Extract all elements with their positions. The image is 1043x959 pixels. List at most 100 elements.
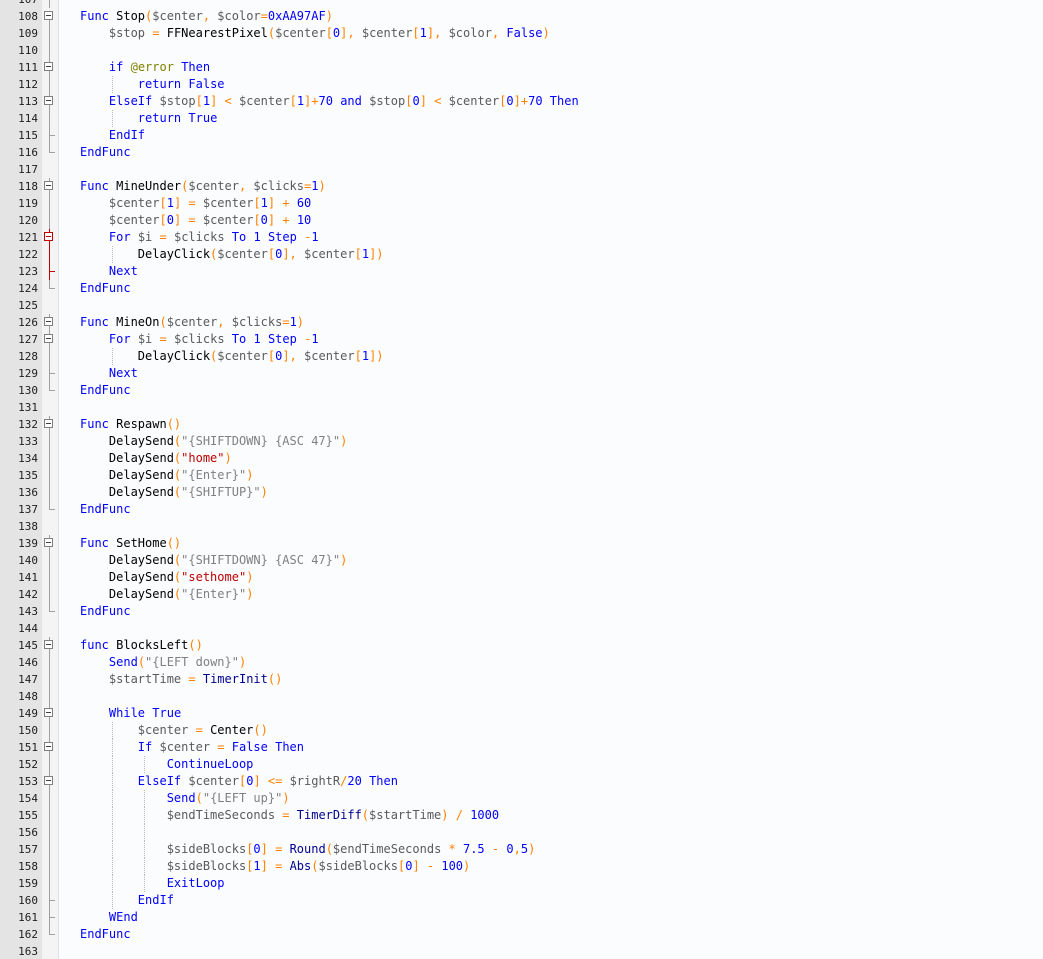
code-token: - [484,842,507,856]
code-line[interactable]: 127 For $i = $clicks To 1 Step -1 [0,331,1043,348]
code-line[interactable]: 144 [0,620,1043,637]
code-line[interactable]: 137 EndFunc [0,501,1043,518]
code-line[interactable]: 142 DelaySend("{Enter}") [0,586,1043,603]
code-line[interactable]: 120 $center[0] = $center[0] + 10 [0,212,1043,229]
fold-toggle-icon[interactable] [42,59,58,76]
code-line[interactable]: 139 Func SetHome() [0,535,1043,552]
code-line[interactable]: 134 DelaySend("home") [0,450,1043,467]
code-text: $center[0] = $center[0] + 10 [80,212,311,229]
fold-toggle-icon[interactable] [42,93,58,110]
code-line[interactable]: 111 if @error Then [0,59,1043,76]
code-line[interactable]: 132 Func Respawn() [0,416,1043,433]
fold-toggle-icon[interactable] [42,314,58,331]
code-line[interactable]: 147 $startTime = TimerInit() [0,671,1043,688]
code-line[interactable]: 123 Next [0,263,1043,280]
code-token: ) [325,9,333,23]
fold-toggle-icon[interactable] [42,178,58,195]
code-line[interactable]: 143 EndFunc [0,603,1043,620]
fold-toggle-icon[interactable] [42,8,58,25]
code-line[interactable]: 121 For $i = $clicks To 1 Step -1 [0,229,1043,246]
code-line[interactable]: 141 DelaySend("sethome") [0,569,1043,586]
code-line[interactable]: 162 EndFunc [0,926,1043,943]
fold-toggle-icon[interactable] [42,331,58,348]
code-line[interactable]: 136 DelaySend("{SHIFTUP}") [0,484,1043,501]
code-line[interactable]: 135 DelaySend("{Enter}") [0,467,1043,484]
code-token: return [137,111,182,125]
code-line[interactable]: 153 ElseIf $center[0] <= $rightR/20 Then [0,773,1043,790]
fold-toggle-icon[interactable] [42,637,58,654]
code-line[interactable]: 157 $sideBlocks[0] = Round($endTimeSecon… [0,841,1043,858]
code-line[interactable]: 138 [0,518,1043,535]
code-line[interactable]: 124 EndFunc [0,280,1043,297]
code-line[interactable]: 140 DelaySend("{SHIFTDOWN} {ASC 47}") [0,552,1043,569]
fold-toggle-icon[interactable] [42,416,58,433]
code-text: WEnd [80,909,138,926]
code-token: "{LEFT down}" [145,655,239,669]
code-token: $center [188,179,239,193]
code-line[interactable]: 156 [0,824,1043,841]
code-token: ]) [369,349,384,363]
code-line[interactable]: 119 $center[1] = $center[1] + 60 [0,195,1043,212]
code-token: $center [448,94,500,108]
code-token: $clicks [231,315,283,329]
code-line[interactable]: 151 If $center = False Then [0,739,1043,756]
line-number: 107 [0,0,38,8]
fold-toggle-icon[interactable] [42,705,58,722]
code-line[interactable]: 146 Send("{LEFT down}") [0,654,1043,671]
code-line[interactable]: 107 [0,0,1043,8]
code-text: EndFunc [80,926,131,943]
code-line[interactable]: 115 EndIf [0,127,1043,144]
code-token: () [253,723,268,737]
code-text: Send("{LEFT up}") [80,790,290,807]
code-line[interactable]: 161 WEnd [0,909,1043,926]
code-line[interactable]: 110 [0,42,1043,59]
code-line[interactable]: 116 EndFunc [0,144,1043,161]
code-line[interactable]: 131 [0,399,1043,416]
code-line[interactable]: 117 [0,161,1043,178]
fold-toggle-icon[interactable] [42,229,58,246]
code-line[interactable]: 118 Func MineUnder($center, $clicks=1) [0,178,1043,195]
code-line[interactable]: 163 [0,943,1043,959]
code-line[interactable]: 125 [0,297,1043,314]
code-token: = [152,230,174,244]
fold-toggle-icon[interactable] [42,535,58,552]
code-line[interactable]: 155 $endTimeSeconds = TimerDiff($startTi… [0,807,1043,824]
code-text: ExitLoop [80,875,225,892]
code-line[interactable]: 149 While True [0,705,1043,722]
code-line[interactable]: 154 Send("{LEFT up}") [0,790,1043,807]
code-line[interactable]: 109 $stop = FFNearestPixel($center[0], $… [0,25,1043,42]
code-line[interactable]: 160 EndIf [0,892,1043,909]
code-line[interactable]: 145 func BlocksLeft() [0,637,1043,654]
code-text: Func MineUnder($center, $clicks=1) [80,178,326,195]
code-line[interactable]: 158 $sideBlocks[1] = Abs($sideBlocks[0] … [0,858,1043,875]
code-line[interactable]: 129 Next [0,365,1043,382]
code-token: $sideBlocks [166,842,247,856]
code-token: $startTime [369,808,442,822]
line-number: 128 [18,350,38,363]
code-line[interactable]: 122 DelayClick($center[0], $center[1]) [0,246,1043,263]
code-editor[interactable]: 107108Func Stop($center, $color=0xAA97AF… [0,0,1043,959]
code-token: $center [166,315,218,329]
code-token: "{SHIFTDOWN} {ASC 47}" [181,434,341,448]
code-text: DelayClick($center[0], $center[1]) [80,246,384,263]
code-line[interactable]: 113 ElseIf $stop[1] < $center[1]+70 and … [0,93,1043,110]
code-line[interactable]: 128 DelayClick($center[0], $center[1]) [0,348,1043,365]
code-token: $center [275,26,326,40]
code-line[interactable]: 150 $center = Center() [0,722,1043,739]
fold-marker [42,399,58,416]
code-line[interactable]: 108 Func Stop($center, $color=0xAA97AF) [0,8,1043,25]
code-line[interactable]: 148 [0,688,1043,705]
fold-toggle-icon[interactable] [42,739,58,756]
code-line[interactable]: 130 EndFunc [0,382,1043,399]
code-token: ], [340,26,362,40]
code-text: DelaySend("{SHIFTDOWN} {ASC 47}") [80,552,347,569]
fold-toggle-icon[interactable] [42,773,58,790]
code-line[interactable]: 152 ContinueLoop [0,756,1043,773]
code-line[interactable]: 159 ExitLoop [0,875,1043,892]
code-token: Step [267,230,297,244]
code-line[interactable]: 114 return True [0,110,1043,127]
code-line[interactable]: 133 DelaySend("{SHIFTDOWN} {ASC 47}") [0,433,1043,450]
code-line[interactable]: 112 return False [0,76,1043,93]
code-line[interactable]: 126 Func MineOn($center, $clicks=1) [0,314,1043,331]
